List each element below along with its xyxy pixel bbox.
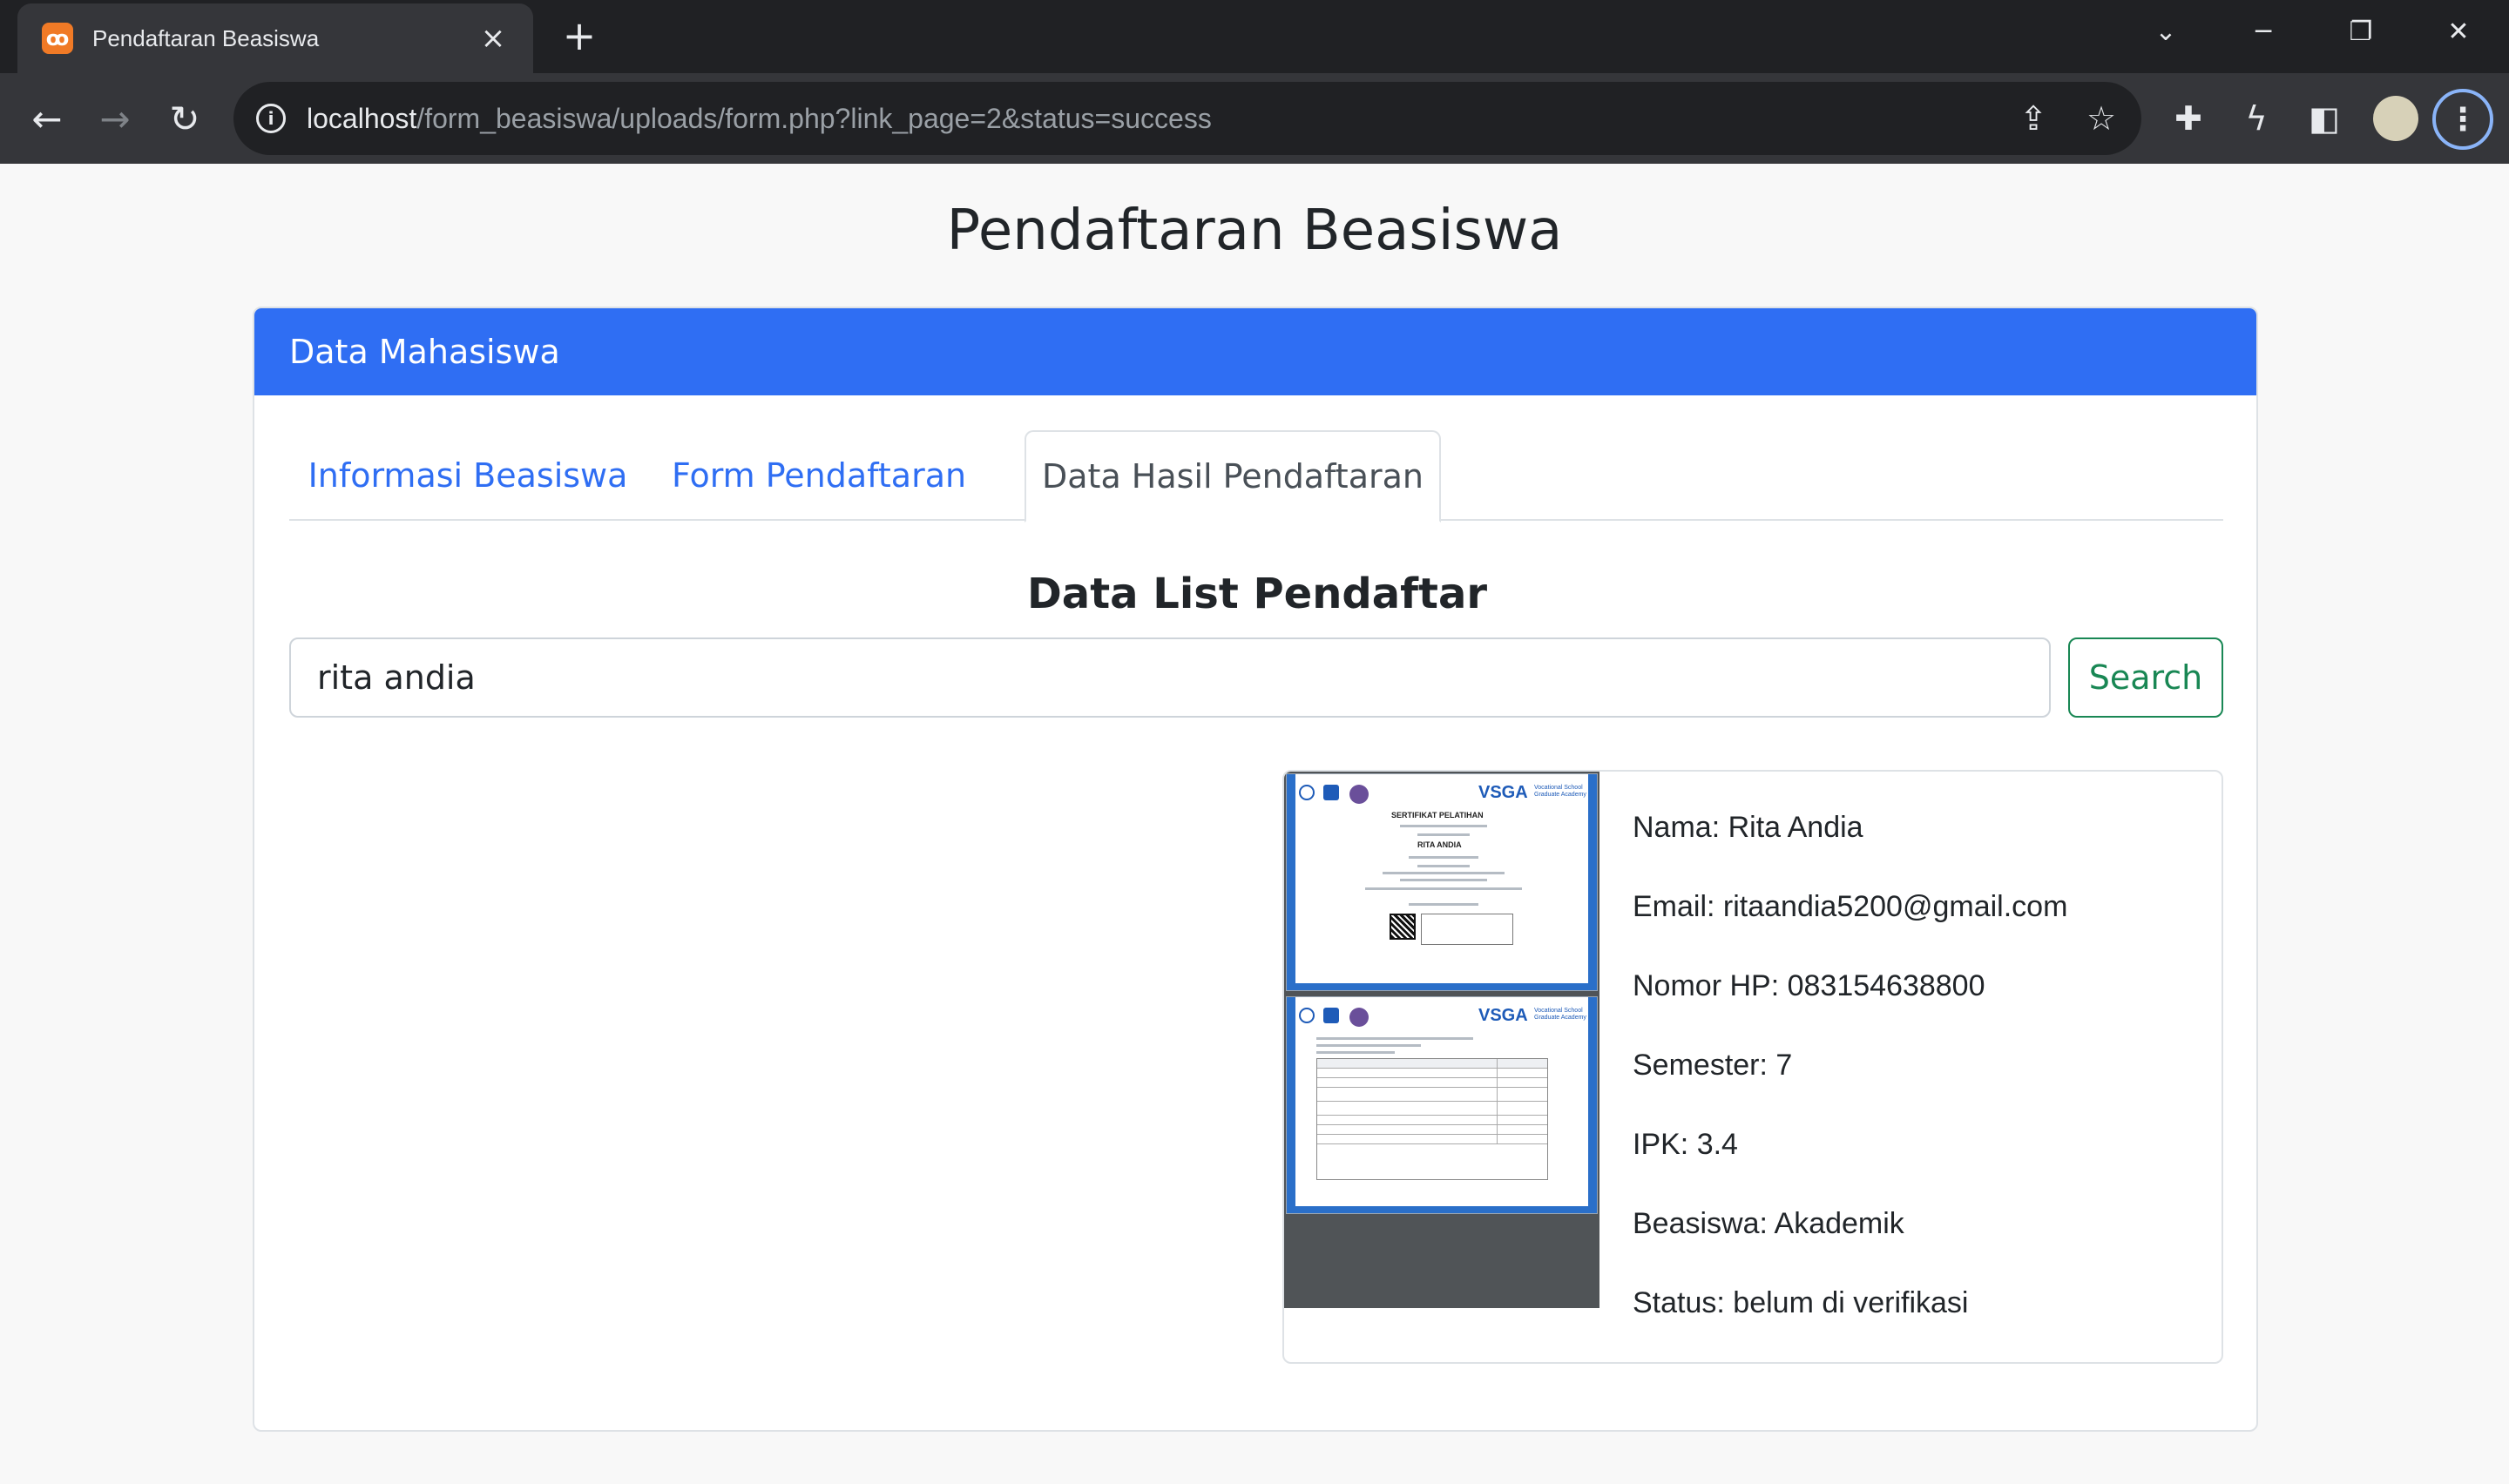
address-bar[interactable]: i localhost/form_beasiswa/uploads/form.p… <box>233 82 2141 155</box>
tab-form-pendaftaran[interactable]: Form Pendaftaran <box>646 430 991 521</box>
nav-tabs: Informasi Beasiswa Form Pendaftaran Data… <box>289 430 2223 523</box>
applicant-email: Email: ritaandia5200@gmail.com <box>1633 890 2068 923</box>
share-icon[interactable]: ⇪ <box>2012 98 2054 139</box>
minimize-button[interactable]: ─ <box>2237 10 2289 52</box>
card-header: Data Mahasiswa <box>254 308 2256 395</box>
side-panel-icon[interactable]: ◧ <box>2300 94 2349 143</box>
xampp-icon: ꝏ <box>42 23 73 54</box>
search-button[interactable]: Search <box>2068 637 2223 718</box>
bookmark-star-icon[interactable]: ☆ <box>2080 98 2122 139</box>
extensions-icon[interactable]: ✚ <box>2164 94 2213 143</box>
forward-button[interactable]: → <box>87 91 143 146</box>
search-input[interactable] <box>289 637 2051 718</box>
tab-title: Pendaftaran Beasiswa <box>92 24 320 51</box>
certificate-name: RITA ANDIA <box>1417 840 1462 849</box>
applicant-semester: Semester: 7 <box>1633 1049 1793 1082</box>
applicant-hp: Nomor HP: 083154638800 <box>1633 969 1985 1002</box>
menu-icon[interactable]: ⋮ <box>2432 89 2493 150</box>
restore-button[interactable]: ❐ <box>2335 10 2387 52</box>
tab-data-hasil-pendaftaran[interactable]: Data Hasil Pendaftaran <box>1025 430 1441 523</box>
applicant-nama: Nama: Rita Andia <box>1633 811 1863 844</box>
browser-tabstrip: ꝏ Pendaftaran Beasiswa × + ⌄ ─ ❐ ✕ <box>0 0 2509 73</box>
tab-search-icon[interactable]: ⌄ <box>2140 10 2192 52</box>
browser-toolbar: ← → ↻ i localhost/form_beasiswa/uploads/… <box>0 73 2509 164</box>
tab-informasi-beasiswa[interactable]: Informasi Beasiswa <box>289 430 646 521</box>
data-card: Data Mahasiswa Informasi Beasiswa Form P… <box>253 307 2258 1432</box>
certificate-title: SERTIFIKAT PELATIHAN <box>1391 811 1484 820</box>
close-tab-icon[interactable]: × <box>477 21 509 56</box>
vsga-logo: VSGA <box>1478 783 1528 802</box>
result-card: VSGA Vocational School Graduate Academy S… <box>1282 770 2223 1364</box>
applicant-beasiswa: Beasiswa: Akademik <box>1633 1207 1904 1240</box>
certificate-image[interactable]: VSGA Vocational School Graduate Academy S… <box>1284 772 1599 1308</box>
reload-button[interactable]: ↻ <box>157 91 213 146</box>
site-info-icon[interactable]: i <box>256 104 286 133</box>
performance-icon[interactable]: ϟ <box>2232 94 2281 143</box>
applicant-status: Status: belum di verifikasi <box>1633 1286 1969 1319</box>
transcript-page: VSGA Vocational School Graduate Academy <box>1286 996 1598 1214</box>
url-text[interactable]: localhost/form_beasiswa/uploads/form.php… <box>307 103 1212 135</box>
applicant-ipk: IPK: 3.4 <box>1633 1128 1738 1161</box>
section-title: Data List Pendaftar <box>1026 570 1488 618</box>
new-tab-button[interactable]: + <box>558 12 601 59</box>
profile-avatar[interactable] <box>2373 96 2418 141</box>
certificate-page: VSGA Vocational School Graduate Academy S… <box>1286 773 1598 991</box>
applicant-info: Nama: Rita Andia Email: ritaandia5200@gm… <box>1633 799 2067 1354</box>
back-button[interactable]: ← <box>19 91 75 146</box>
browser-tab[interactable]: ꝏ Pendaftaran Beasiswa × <box>17 3 533 73</box>
vsga-logo-2: VSGA <box>1478 1006 1528 1025</box>
page-title: Pendaftaran Beasiswa <box>946 199 1563 263</box>
window-close-button[interactable]: ✕ <box>2432 10 2485 52</box>
